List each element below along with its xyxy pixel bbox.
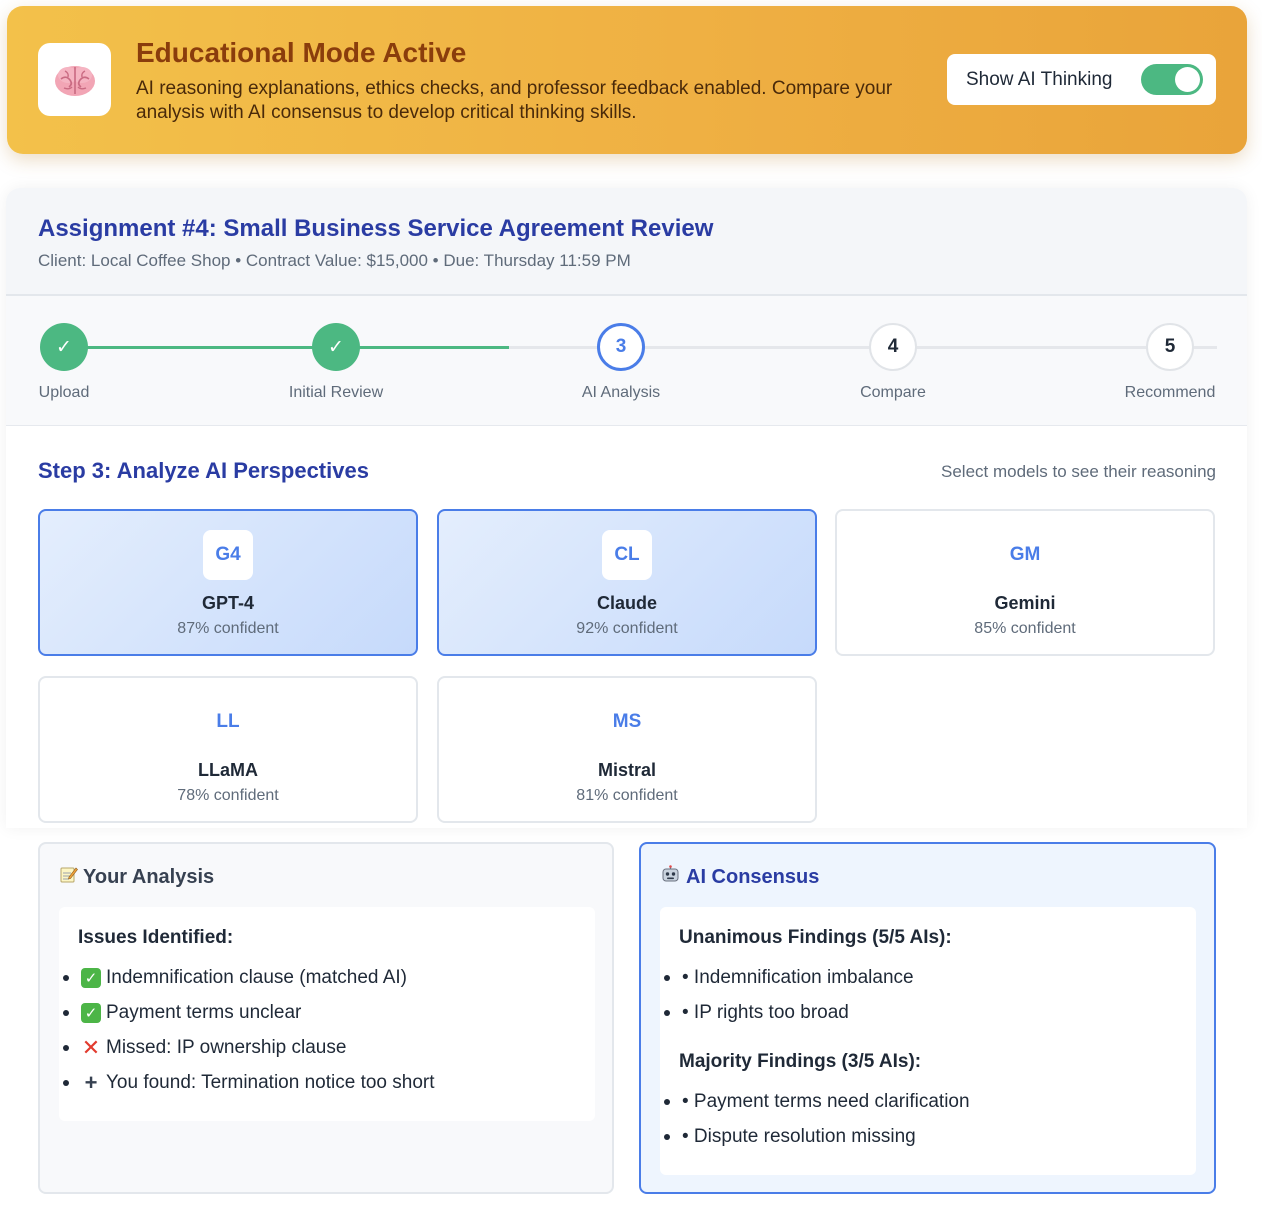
model-badge: G4 <box>203 530 253 580</box>
model-confidence: 87% confident <box>177 620 279 637</box>
step-1-label: Upload <box>38 384 90 401</box>
issue-item: ✓ Payment terms unclear <box>60 1002 301 1024</box>
step-5-circle[interactable]: 5 <box>1146 323 1194 371</box>
cross-icon: ✕ <box>81 1035 101 1060</box>
model-card-claude[interactable]: CL Claude 92% confident <box>437 509 817 656</box>
plus-icon: + <box>84 1070 98 1095</box>
your-analysis-panel: Your Analysis Issues Identified: ✓ Indem… <box>38 842 614 1194</box>
show-ai-thinking-control[interactable]: Show AI Thinking <box>947 54 1216 105</box>
memo-icon <box>60 865 78 889</box>
finding-item: • Dispute resolution missing <box>661 1126 916 1148</box>
model-name: Claude <box>596 593 657 613</box>
finding-item: • Indemnification imbalance <box>661 967 914 989</box>
majority-heading: Majority Findings (3/5 AIs): <box>679 1051 922 1072</box>
show-ai-thinking-toggle[interactable] <box>1141 64 1203 95</box>
toggle-label: Show AI Thinking <box>966 68 1113 90</box>
model-card-llama[interactable]: LL LLaMA 78% confident <box>38 676 418 823</box>
step-3-circle[interactable]: 3 <box>597 323 645 371</box>
step-1-circle[interactable]: ✓ <box>40 323 88 371</box>
model-badge: GM <box>1000 530 1050 580</box>
issue-item: ✓ Indemnification clause (matched AI) <box>60 967 407 989</box>
your-analysis-title: Your Analysis <box>60 865 214 889</box>
model-badge: CL <box>602 530 652 580</box>
model-badge: LL <box>203 697 253 747</box>
issues-heading: Issues Identified: <box>78 927 234 948</box>
banner-title: Educational Mode Active <box>136 37 467 68</box>
model-badge: MS <box>602 697 652 747</box>
step-2-label: Initial Review <box>288 384 384 401</box>
ai-consensus-panel: AI Consensus Unanimous Findings (5/5 AIs… <box>639 842 1216 1194</box>
assignment-title: Assignment #4: Small Business Service Ag… <box>38 215 714 242</box>
finding-item: • Payment terms need clarification <box>661 1091 970 1113</box>
assignment-meta: Client: Local Coffee Shop • Contract Val… <box>38 251 631 270</box>
model-confidence: 78% confident <box>177 787 279 804</box>
model-name: Gemini <box>994 593 1056 613</box>
model-name: LLaMA <box>198 760 258 780</box>
model-card-mistral[interactable]: MS Mistral 81% confident <box>437 676 817 823</box>
issue-item: ✕ Missed: IP ownership clause <box>60 1035 346 1060</box>
step-3-label: AI Analysis <box>581 384 661 401</box>
banner-description: AI reasoning explanations, ethics checks… <box>136 78 893 123</box>
issue-item: + You found: Termination notice too shor… <box>60 1070 435 1095</box>
assignment-card: Assignment #4: Small Business Service Ag… <box>6 188 1247 828</box>
brain-icon <box>38 43 111 116</box>
step-4-circle[interactable]: 4 <box>869 323 917 371</box>
step-4-label: Compare <box>860 384 926 401</box>
finding-item: • IP rights too broad <box>661 1002 849 1024</box>
step-5-label: Recommend <box>1124 384 1216 401</box>
check-icon: ✓ <box>81 968 101 988</box>
section-hint: Select models to see their reasoning <box>941 462 1216 481</box>
unanimous-heading: Unanimous Findings (5/5 AIs): <box>679 927 952 948</box>
check-icon: ✓ <box>81 1003 101 1023</box>
assignment-header: Assignment #4: Small Business Service Ag… <box>6 188 1247 296</box>
step-2-circle[interactable]: ✓ <box>312 323 360 371</box>
ai-consensus-title-text: AI Consensus <box>686 866 820 888</box>
your-analysis-title-text: Your Analysis <box>83 865 215 888</box>
model-confidence: 81% confident <box>576 787 678 804</box>
educational-mode-banner: Educational Mode Active AI reasoning exp… <box>7 6 1247 154</box>
model-confidence: 85% confident <box>974 620 1076 637</box>
model-card-gpt4[interactable]: G4 GPT-4 87% confident <box>38 509 418 656</box>
robot-icon <box>661 865 680 890</box>
step-connector-complete <box>62 346 509 349</box>
model-name: Mistral <box>597 760 657 780</box>
model-name: GPT-4 <box>201 593 254 613</box>
model-confidence: 92% confident <box>576 620 678 637</box>
toggle-knob <box>1175 67 1200 92</box>
model-card-gemini[interactable]: GM Gemini 85% confident <box>835 509 1215 656</box>
ai-consensus-title: AI Consensus <box>661 865 819 890</box>
section-title: Step 3: Analyze AI Perspectives <box>38 458 369 483</box>
progress-stepper: ✓ Upload ✓ Initial Review 3 AI Analysis … <box>6 296 1247 426</box>
